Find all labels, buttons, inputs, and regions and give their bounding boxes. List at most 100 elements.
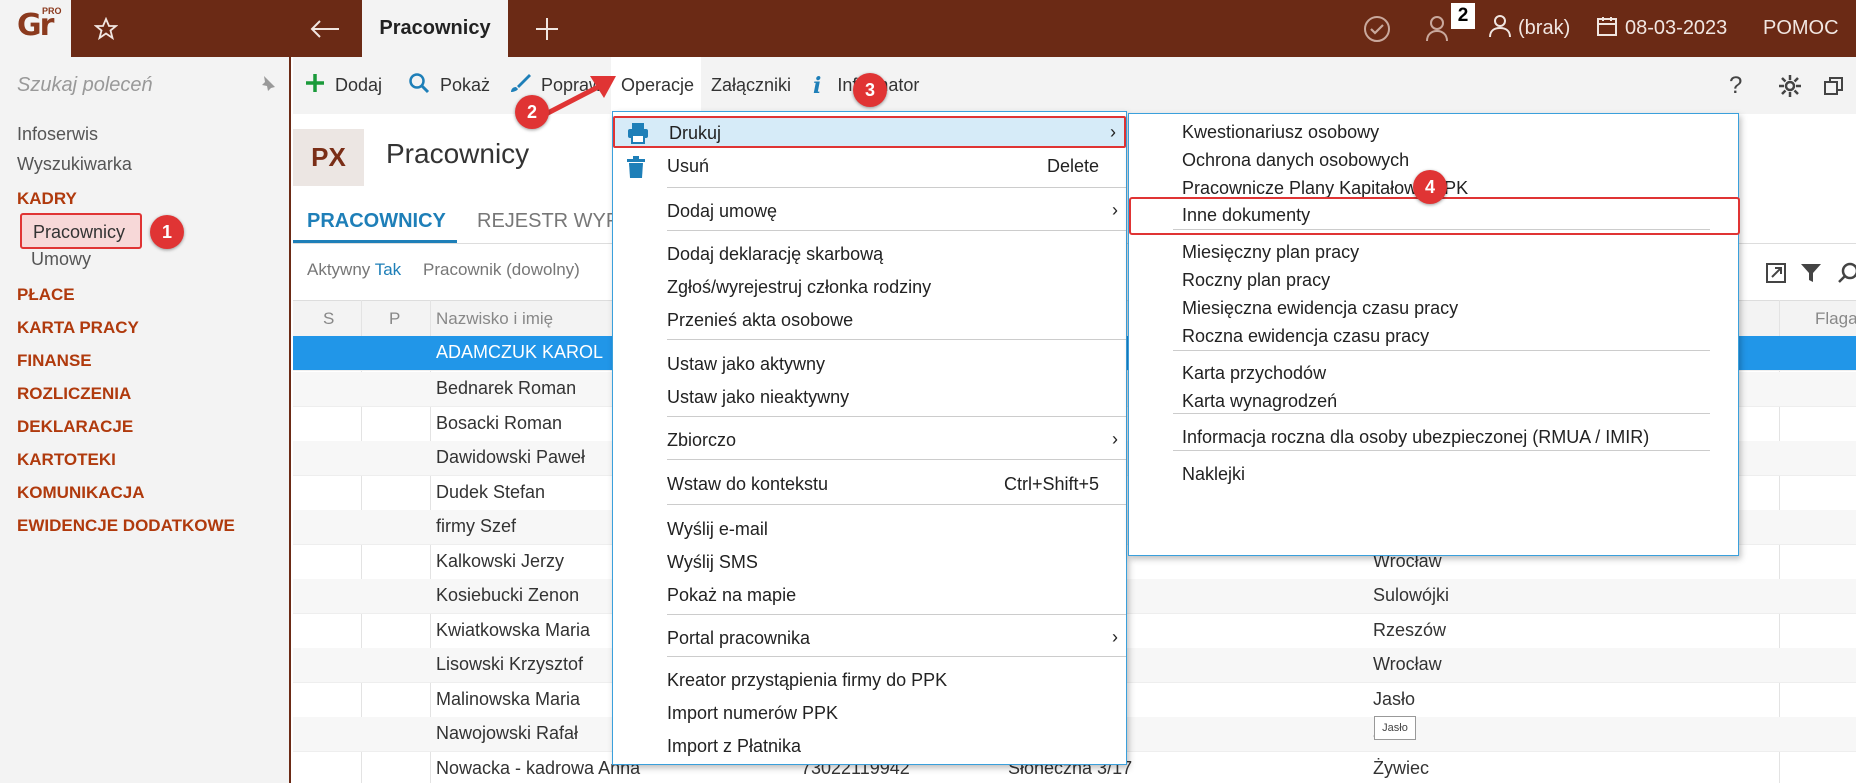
tab-rejestr[interactable]: REJESTR WYPA <box>477 210 631 233</box>
favorites-star-icon[interactable] <box>71 0 141 57</box>
menu-item[interactable]: Wstaw do kontekstu Ctrl+Shift+5 <box>613 469 1126 501</box>
command-search-input[interactable]: Szukaj poleceń <box>17 74 153 97</box>
sidebar-section-rozliczenia[interactable]: ROZLICZENIA <box>17 384 131 404</box>
print-menu-item-label: Kwestionariusz osobowy <box>1182 122 1380 142</box>
print-menu-item-label: Informacja roczna dla osoby ubezpieczone… <box>1182 427 1650 447</box>
menu-item-label: Zgłoś/wyrejestruj członka rodziny <box>667 277 932 297</box>
add-tab-plus-icon[interactable] <box>522 0 572 57</box>
help-menu[interactable]: POMOC <box>1763 0 1839 57</box>
filter-employee[interactable]: Pracownik (dowolny) <box>423 260 580 280</box>
operations-button[interactable]: Operacje <box>611 57 701 114</box>
grid-search-icon[interactable] <box>1838 262 1856 289</box>
app-logo[interactable]: Gr PRO <box>0 0 71 57</box>
menu-separator <box>667 656 1126 657</box>
menu-item-shortcut: Delete <box>1046 156 1099 176</box>
menu-item[interactable]: Zgłoś/wyrejestruj członka rodziny <box>613 272 1126 304</box>
page-title: Pracownicy <box>386 138 530 169</box>
menu-separator <box>667 416 1126 417</box>
menu-item-label: Pokaż na mapie <box>667 585 797 605</box>
sidebar-section-ewidencje[interactable]: EWIDENCJE DODATKOWE <box>17 516 235 536</box>
annotation-step-1: 1 <box>150 215 184 249</box>
menu-item[interactable]: Usuń Delete <box>613 151 1126 183</box>
print-menu-item[interactable]: Informacja roczna dla osoby ubezpieczone… <box>1129 422 1738 454</box>
sidebar-section-finanse[interactable]: FINANSE <box>17 351 92 371</box>
print-menu-item[interactable]: Roczna ewidencja czasu pracy <box>1129 321 1738 353</box>
menu-item[interactable]: Import z Płatnika <box>613 731 1126 763</box>
print-menu-item-label: Naklejki <box>1182 464 1246 484</box>
menu-item[interactable]: Kreator przystąpienia firmy do PPK <box>613 665 1126 697</box>
menu-item-label: Zbiorczo <box>667 430 737 450</box>
print-menu-item-label: Roczny plan pracy <box>1182 270 1331 290</box>
back-arrow-icon[interactable] <box>300 0 350 57</box>
col-header-s[interactable]: S <box>323 309 334 329</box>
menu-item-label: Przenieś akta osobowe <box>667 310 854 330</box>
col-header-flags[interactable]: Flaga <box>1815 309 1856 329</box>
print-menu-item[interactable]: Naklejki <box>1129 459 1738 491</box>
annotation-arrow <box>540 76 616 119</box>
col-header-name[interactable]: Nazwisko i imię <box>436 309 553 329</box>
user-selector[interactable]: (brak) <box>1488 0 1570 57</box>
menu-item-label: Drukuj <box>669 123 722 143</box>
sidebar-item-pracownicy[interactable]: Pracownicy <box>20 213 142 249</box>
menu-item[interactable]: Ustaw jako aktywny <box>613 349 1126 381</box>
module-badge: PX <box>293 129 364 186</box>
sidebar-section-komunikacja[interactable]: KOMUNIKACJA <box>17 483 145 503</box>
menu-separator <box>667 614 1126 615</box>
tab-pracownicy[interactable]: Pracownicy <box>362 0 508 57</box>
menu-item-label: Ustaw jako nieaktywny <box>667 387 850 407</box>
menu-item[interactable]: Ustaw jako nieaktywny <box>613 382 1126 414</box>
print-menu-item-label: Inne dokumenty <box>1182 205 1311 225</box>
export-icon[interactable] <box>1765 262 1787 289</box>
search-icon <box>408 72 430 99</box>
menu-item-label: Ustaw jako aktywny <box>667 354 826 374</box>
filter-active[interactable]: Aktywny Tak <box>307 260 401 280</box>
users-group-icon[interactable] <box>1424 0 1454 57</box>
print-menu-item-label: Karta przychodów <box>1182 363 1327 383</box>
annotation-step-4: 4 <box>1413 170 1447 204</box>
add-button[interactable]: Dodaj <box>305 57 382 114</box>
cell-city: Sulowójki <box>1373 585 1450 605</box>
sidebar-section-karta-pracy[interactable]: KARTA PRACY <box>17 318 139 338</box>
menu-item-shortcut: Ctrl+Shift+5 <box>1003 474 1099 494</box>
pin-icon[interactable] <box>258 75 276 98</box>
show-button[interactable]: Pokaż <box>408 57 490 114</box>
filter-funnel-icon[interactable] <box>1800 262 1822 289</box>
menu-item[interactable]: Portal pracownika › <box>613 623 1126 655</box>
show-label: Pokaż <box>440 75 491 95</box>
cell-name: Dawidowski Paweł <box>436 447 586 467</box>
tab-pracownicy-list[interactable]: PRACOWNICY <box>307 210 446 233</box>
cell-city: Żywiec <box>1373 758 1430 778</box>
sidebar-item-wyszukiwarka[interactable]: Wyszukiwarka <box>17 154 132 175</box>
filter-active-value: Tak <box>374 260 402 279</box>
settings-gear-icon[interactable] <box>1778 57 1802 114</box>
menu-item[interactable]: Zbiorczo › <box>613 425 1126 457</box>
sidebar-section-kadry[interactable]: KADRY <box>17 189 77 209</box>
menu-item[interactable]: Pokaż na mapie <box>613 580 1126 612</box>
cell-name: Lisowski Krzysztof <box>436 654 584 674</box>
menu-separator <box>667 339 1126 340</box>
menu-item[interactable]: Dodaj umowę › <box>613 196 1126 228</box>
user-icon <box>1488 14 1512 44</box>
sidebar-section-place[interactable]: PŁACE <box>17 285 75 305</box>
help-question-icon[interactable]: ? <box>1729 57 1742 114</box>
date-selector[interactable]: 08-03-2023 <box>1597 0 1727 57</box>
menu-item[interactable]: Drukuj › <box>613 116 1126 148</box>
print-menu-item-label: Miesięczna ewidencja czasu pracy <box>1182 298 1459 318</box>
attachments-button[interactable]: Załączniki <box>711 57 791 114</box>
sidebar-item-umowy[interactable]: Umowy <box>31 249 91 270</box>
menu-item[interactable]: Wyślij e-mail <box>613 514 1126 546</box>
cell-name: Nowacka - kadrowa Anna <box>436 758 641 778</box>
window-restore-icon[interactable] <box>1823 57 1845 114</box>
sidebar-section-kartoteki[interactable]: KARTOTEKI <box>17 450 116 470</box>
sidebar-section-deklaracje[interactable]: DEKLARACJE <box>17 417 133 437</box>
tasks-check-icon[interactable] <box>1362 0 1392 57</box>
print-menu-item[interactable]: Karta wynagrodzeń <box>1129 386 1738 418</box>
cell-name: Bosacki Roman <box>436 413 563 433</box>
sidebar-item-infoserwis[interactable]: Infoserwis <box>17 124 98 145</box>
menu-item[interactable]: Import numerów PPK <box>613 698 1126 730</box>
col-header-p[interactable]: P <box>389 309 400 329</box>
menu-item[interactable]: Wyślij SMS <box>613 547 1126 579</box>
menu-item[interactable]: Przenieś akta osobowe <box>613 305 1126 337</box>
print-menu-item-label: Ochrona danych osobowych <box>1182 150 1410 170</box>
menu-item[interactable]: Dodaj deklarację skarbową <box>613 239 1126 271</box>
